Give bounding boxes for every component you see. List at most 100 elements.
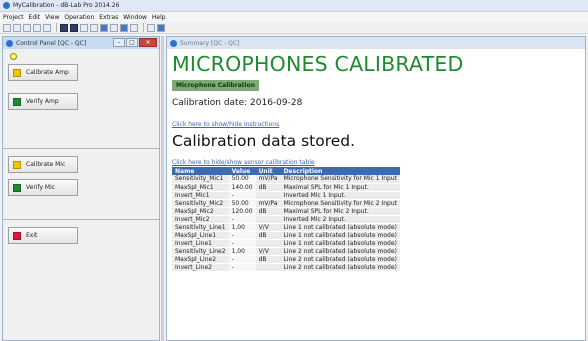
window-icon[interactable] bbox=[100, 23, 108, 32]
table-row: MaxSpl_Mic2 120.00 dB Maximal SPL for Mic 2… bbox=[172, 207, 401, 216]
close-icon[interactable]: ✕ bbox=[139, 38, 157, 47]
panel-icon[interactable] bbox=[120, 23, 128, 32]
menu-bar: Project Edit View Operation Extras Windo… bbox=[0, 12, 588, 22]
save-icon[interactable] bbox=[23, 23, 31, 32]
cell-value: - bbox=[228, 215, 256, 224]
calibration-table: Name Value Unit Description Sensitivity_… bbox=[172, 167, 401, 272]
cell-name: Invert_Mic1 bbox=[172, 191, 229, 200]
exit-button[interactable]: Exit bbox=[8, 227, 78, 244]
cell-unit: dB bbox=[255, 231, 281, 240]
cell-value: - bbox=[228, 255, 256, 264]
divider bbox=[3, 148, 159, 149]
calibrate-amp-button[interactable]: Calibrate Amp bbox=[8, 64, 78, 81]
menu-window[interactable]: Window bbox=[123, 14, 147, 21]
maximize-icon[interactable]: □ bbox=[126, 38, 138, 47]
cell-name: MaxSpl_Line1 bbox=[172, 231, 229, 240]
cell-name: Invert_Line2 bbox=[172, 263, 229, 272]
status-indicator bbox=[10, 53, 17, 60]
report-icon[interactable] bbox=[157, 23, 165, 32]
calibration-date: Calibration date: 2016-09-28 bbox=[172, 98, 303, 108]
cell-name: Sensitivity_Line2 bbox=[172, 247, 229, 256]
layout-icon[interactable] bbox=[110, 23, 118, 32]
app-window: MyCalibration - dB-Lab Pro 2014.26 Proje… bbox=[0, 0, 588, 341]
table-row: Sensitivity_Mic2 50.00 mV/Pa Microphone Sen… bbox=[172, 199, 401, 208]
cell-unit: dB bbox=[255, 207, 281, 216]
cell-description: Inverted Mic 2 Input. bbox=[280, 215, 401, 224]
yellow-square-icon bbox=[13, 160, 21, 169]
menu-extras[interactable]: Extras bbox=[99, 14, 118, 21]
column-header-description: Description bbox=[280, 167, 401, 175]
yellow-square-icon bbox=[13, 68, 21, 77]
red-square-icon bbox=[13, 231, 21, 240]
window-title: MyCalibration - dB-Lab Pro 2014.26 bbox=[13, 2, 120, 9]
summary-titlebar: Summary [QC - QC] bbox=[167, 37, 585, 49]
table-row: MaxSpl_Line1- dB Line 1 not calibrated (ab… bbox=[172, 231, 401, 240]
table-row: Invert_Line1- Line 1 not calibrated (abso… bbox=[172, 239, 401, 248]
calibrate-mic-button[interactable]: Calibrate Mic bbox=[8, 156, 78, 173]
summary-window: Summary [QC - QC] MICROPHONES CALIBRATED… bbox=[166, 36, 586, 341]
menu-project[interactable]: Project bbox=[3, 14, 24, 21]
verify-amp-button[interactable]: Verify Amp bbox=[8, 93, 78, 110]
cell-name: Sensitivity_Mic2 bbox=[172, 199, 229, 208]
cell-description: Line 2 not calibrated (absolute mode) bbox=[280, 263, 401, 272]
control-panel-titlebar: Control Panel [QC - QC] – □ ✕ bbox=[3, 37, 159, 49]
table-row: Sensitivity_Line2 1.00 V/V Line 2 not calib… bbox=[172, 247, 401, 256]
green-square-icon bbox=[13, 97, 21, 106]
calibrate-amp-label: Calibrate Amp bbox=[26, 69, 69, 76]
cell-value: 1.00 bbox=[228, 223, 256, 232]
window-titlebar: MyCalibration - dB-Lab Pro 2014.26 bbox=[0, 0, 588, 12]
cell-name: MaxSpl_Mic2 bbox=[172, 207, 229, 216]
undo-icon[interactable] bbox=[33, 23, 41, 32]
control-panel-title: Control Panel [QC - QC] bbox=[16, 39, 87, 47]
cell-name: Invert_Line1 bbox=[172, 239, 229, 248]
green-square-icon bbox=[13, 183, 21, 192]
divider bbox=[3, 219, 159, 220]
cell-unit: V/V bbox=[255, 223, 281, 232]
control-panel-window: Control Panel [QC - QC] – □ ✕ Calibrate … bbox=[2, 36, 160, 341]
cell-value: - bbox=[228, 191, 256, 200]
grid-icon[interactable] bbox=[80, 23, 88, 32]
cell-description: Line 1 not calibrated (absolute mode) bbox=[280, 223, 401, 232]
table-header-row: Name Value Unit Description bbox=[172, 167, 401, 175]
table-row: Sensitivity_Mic1 50.00 mV/Pa Microphone Sen… bbox=[172, 175, 401, 184]
cell-name: MaxSpl_Mic1 bbox=[172, 183, 229, 192]
section-badge: Microphone Calibration bbox=[172, 80, 259, 91]
table-row: Invert_Mic2- Inverted Mic 2 Input. bbox=[172, 215, 401, 224]
cell-unit: dB bbox=[255, 255, 281, 264]
table-icon[interactable] bbox=[90, 23, 98, 32]
open-icon[interactable] bbox=[13, 23, 21, 32]
cell-description: Line 2 not calibrated (absolute mode) bbox=[280, 247, 401, 256]
new-icon[interactable] bbox=[3, 23, 11, 32]
menu-edit[interactable]: Edit bbox=[29, 14, 41, 21]
menu-operation[interactable]: Operation bbox=[64, 14, 94, 21]
table-row: Sensitivity_Line1 1.00 V/V Line 1 not calib… bbox=[172, 223, 401, 232]
measure-icon[interactable] bbox=[147, 23, 155, 32]
redo-icon[interactable] bbox=[43, 23, 51, 32]
chart-icon[interactable] bbox=[130, 23, 138, 32]
verify-amp-label: Verify Amp bbox=[26, 98, 59, 105]
instructions-toggle-link[interactable]: Click here to show/hide Instructions bbox=[172, 121, 279, 128]
menu-help[interactable]: Help bbox=[152, 14, 166, 21]
cell-unit bbox=[255, 215, 281, 224]
panel-splitter[interactable] bbox=[161, 36, 164, 341]
column-header-unit: Unit bbox=[255, 167, 281, 175]
cell-description: Inverted Mic 1 Input. bbox=[280, 191, 401, 200]
cell-name: Invert_Mic2 bbox=[172, 215, 229, 224]
cell-name: MaxSpl_Line2 bbox=[172, 255, 229, 264]
cell-description: Microphone Sensitivity for Mic 2 Input bbox=[280, 199, 401, 208]
verify-mic-button[interactable]: Verify Mic bbox=[8, 179, 78, 196]
calibrate-mic-label: Calibrate Mic bbox=[26, 161, 66, 168]
cell-description: Line 2 not calibrated (absolute mode) bbox=[280, 255, 401, 264]
cell-unit: dB bbox=[255, 183, 281, 192]
sensor-table-toggle-link[interactable]: Click here to hide/show sensor calibrati… bbox=[172, 159, 315, 166]
cell-unit bbox=[255, 191, 281, 200]
cell-value: 50.00 bbox=[228, 175, 256, 184]
cell-name: Sensitivity_Mic1 bbox=[172, 175, 229, 184]
cell-unit bbox=[255, 263, 281, 272]
minimize-icon[interactable]: – bbox=[113, 38, 125, 47]
menu-view[interactable]: View bbox=[45, 14, 59, 21]
monitor-icon[interactable] bbox=[60, 23, 68, 32]
cell-value: 120.00 bbox=[228, 207, 256, 216]
display-icon[interactable] bbox=[70, 23, 78, 32]
stored-message: Calibration data stored. bbox=[172, 132, 356, 150]
